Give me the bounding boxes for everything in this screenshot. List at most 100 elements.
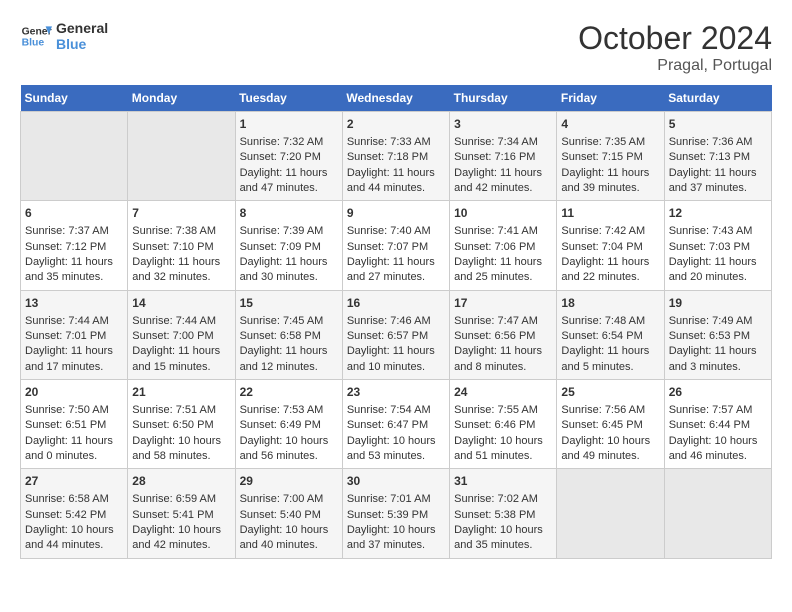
calendar-cell: 19Sunrise: 7:49 AMSunset: 6:53 PMDayligh… <box>664 290 771 379</box>
sunset-time: Sunset: 5:39 PM <box>347 508 445 523</box>
day-number: 2 <box>347 116 445 133</box>
sunset-time: Sunset: 7:06 PM <box>454 240 552 255</box>
sunset-time: Sunset: 7:10 PM <box>132 240 230 255</box>
sunset-time: Sunset: 7:20 PM <box>240 150 338 165</box>
weekday-header-monday: Monday <box>128 85 235 112</box>
sunrise-time: Sunrise: 7:00 AM <box>240 492 338 507</box>
daylight-hours: Daylight: 11 hours and 22 minutes. <box>561 255 659 286</box>
calendar-cell: 12Sunrise: 7:43 AMSunset: 7:03 PMDayligh… <box>664 201 771 290</box>
day-number: 30 <box>347 473 445 490</box>
sunrise-time: Sunrise: 7:01 AM <box>347 492 445 507</box>
day-number: 18 <box>561 295 659 312</box>
calendar-cell <box>557 469 664 558</box>
weekday-header-friday: Friday <box>557 85 664 112</box>
day-number: 15 <box>240 295 338 312</box>
daylight-hours: Daylight: 10 hours and 37 minutes. <box>347 523 445 554</box>
daylight-hours: Daylight: 10 hours and 53 minutes. <box>347 434 445 465</box>
sunrise-time: Sunrise: 7:36 AM <box>669 135 767 150</box>
daylight-hours: Daylight: 11 hours and 35 minutes. <box>25 255 123 286</box>
sunrise-time: Sunrise: 7:41 AM <box>454 224 552 239</box>
day-number: 10 <box>454 205 552 222</box>
sunset-time: Sunset: 5:41 PM <box>132 508 230 523</box>
daylight-hours: Daylight: 10 hours and 51 minutes. <box>454 434 552 465</box>
calendar-cell <box>128 112 235 201</box>
sunset-time: Sunset: 5:38 PM <box>454 508 552 523</box>
calendar-cell: 11Sunrise: 7:42 AMSunset: 7:04 PMDayligh… <box>557 201 664 290</box>
daylight-hours: Daylight: 11 hours and 39 minutes. <box>561 166 659 197</box>
calendar-week-4: 20Sunrise: 7:50 AMSunset: 6:51 PMDayligh… <box>21 380 772 469</box>
sunset-time: Sunset: 7:18 PM <box>347 150 445 165</box>
calendar-cell: 14Sunrise: 7:44 AMSunset: 7:00 PMDayligh… <box>128 290 235 379</box>
logo-icon: General Blue <box>20 20 52 52</box>
sunrise-time: Sunrise: 7:56 AM <box>561 403 659 418</box>
daylight-hours: Daylight: 11 hours and 47 minutes. <box>240 166 338 197</box>
calendar-cell: 13Sunrise: 7:44 AMSunset: 7:01 PMDayligh… <box>21 290 128 379</box>
logo-text-general: General <box>56 20 108 36</box>
sunset-time: Sunset: 6:45 PM <box>561 418 659 433</box>
calendar-cell <box>664 469 771 558</box>
day-number: 9 <box>347 205 445 222</box>
sunrise-time: Sunrise: 7:32 AM <box>240 135 338 150</box>
sunset-time: Sunset: 6:54 PM <box>561 329 659 344</box>
sunrise-time: Sunrise: 7:50 AM <box>25 403 123 418</box>
weekday-header-thursday: Thursday <box>450 85 557 112</box>
sunrise-time: Sunrise: 7:44 AM <box>132 314 230 329</box>
sunset-time: Sunset: 5:42 PM <box>25 508 123 523</box>
sunrise-time: Sunrise: 6:59 AM <box>132 492 230 507</box>
day-number: 7 <box>132 205 230 222</box>
sunset-time: Sunset: 6:46 PM <box>454 418 552 433</box>
day-number: 3 <box>454 116 552 133</box>
calendar-cell: 17Sunrise: 7:47 AMSunset: 6:56 PMDayligh… <box>450 290 557 379</box>
daylight-hours: Daylight: 11 hours and 44 minutes. <box>347 166 445 197</box>
calendar-cell: 28Sunrise: 6:59 AMSunset: 5:41 PMDayligh… <box>128 469 235 558</box>
daylight-hours: Daylight: 11 hours and 15 minutes. <box>132 344 230 375</box>
daylight-hours: Daylight: 11 hours and 5 minutes. <box>561 344 659 375</box>
day-number: 22 <box>240 384 338 401</box>
day-number: 29 <box>240 473 338 490</box>
day-number: 8 <box>240 205 338 222</box>
logo: General Blue General Blue <box>20 20 108 52</box>
calendar-cell: 3Sunrise: 7:34 AMSunset: 7:16 PMDaylight… <box>450 112 557 201</box>
sunrise-time: Sunrise: 7:46 AM <box>347 314 445 329</box>
sunset-time: Sunset: 7:13 PM <box>669 150 767 165</box>
daylight-hours: Daylight: 11 hours and 3 minutes. <box>669 344 767 375</box>
sunset-time: Sunset: 6:49 PM <box>240 418 338 433</box>
calendar-cell: 2Sunrise: 7:33 AMSunset: 7:18 PMDaylight… <box>342 112 449 201</box>
calendar-cell: 15 Sunrise: 7:45 AMSunset: 6:58 PMDayligh… <box>235 290 342 379</box>
sunrise-time: Sunrise: 7:48 AM <box>561 314 659 329</box>
sunrise-time: Sunrise: 7:44 AM <box>25 314 123 329</box>
sunrise-time: Sunrise: 7:45 AM <box>240 314 338 329</box>
day-number: 25 <box>561 384 659 401</box>
daylight-hours: Daylight: 11 hours and 10 minutes. <box>347 344 445 375</box>
calendar-cell: 6Sunrise: 7:37 AMSunset: 7:12 PMDaylight… <box>21 201 128 290</box>
daylight-hours: Daylight: 11 hours and 32 minutes. <box>132 255 230 286</box>
calendar-cell: 1Sunrise: 7:32 AMSunset: 7:20 PMDaylight… <box>235 112 342 201</box>
sunset-time: Sunset: 6:50 PM <box>132 418 230 433</box>
daylight-hours: Daylight: 11 hours and 30 minutes. <box>240 255 338 286</box>
day-number: 27 <box>25 473 123 490</box>
day-number: 28 <box>132 473 230 490</box>
calendar-cell: 29Sunrise: 7:00 AMSunset: 5:40 PMDayligh… <box>235 469 342 558</box>
daylight-hours: Daylight: 11 hours and 12 minutes. <box>240 344 338 375</box>
daylight-hours: Daylight: 11 hours and 25 minutes. <box>454 255 552 286</box>
sunset-time: Sunset: 7:16 PM <box>454 150 552 165</box>
calendar-cell: 10 Sunrise: 7:41 AMSunset: 7:06 PMDayligh… <box>450 201 557 290</box>
calendar-cell: 4Sunrise: 7:35 AMSunset: 7:15 PMDaylight… <box>557 112 664 201</box>
day-number: 11 <box>561 205 659 222</box>
daylight-hours: Daylight: 11 hours and 42 minutes. <box>454 166 552 197</box>
sunset-time: Sunset: 7:04 PM <box>561 240 659 255</box>
daylight-hours: Daylight: 11 hours and 37 minutes. <box>669 166 767 197</box>
calendar-cell: 23Sunrise: 7:54 AMSunset: 6:47 PMDayligh… <box>342 380 449 469</box>
sunrise-time: Sunrise: 7:51 AM <box>132 403 230 418</box>
title-block: October 2024 Pragal, Portugal <box>578 20 772 75</box>
sunset-time: Sunset: 6:51 PM <box>25 418 123 433</box>
weekday-header-tuesday: Tuesday <box>235 85 342 112</box>
calendar-cell <box>21 112 128 201</box>
sunset-time: Sunset: 6:58 PM <box>240 329 338 344</box>
sunset-time: Sunset: 5:40 PM <box>240 508 338 523</box>
daylight-hours: Daylight: 11 hours and 0 minutes. <box>25 434 123 465</box>
calendar-cell: 30 Sunrise: 7:01 AMSunset: 5:39 PMDayligh… <box>342 469 449 558</box>
daylight-hours: Daylight: 10 hours and 58 minutes. <box>132 434 230 465</box>
day-number: 23 <box>347 384 445 401</box>
sunrise-time: Sunrise: 7:40 AM <box>347 224 445 239</box>
